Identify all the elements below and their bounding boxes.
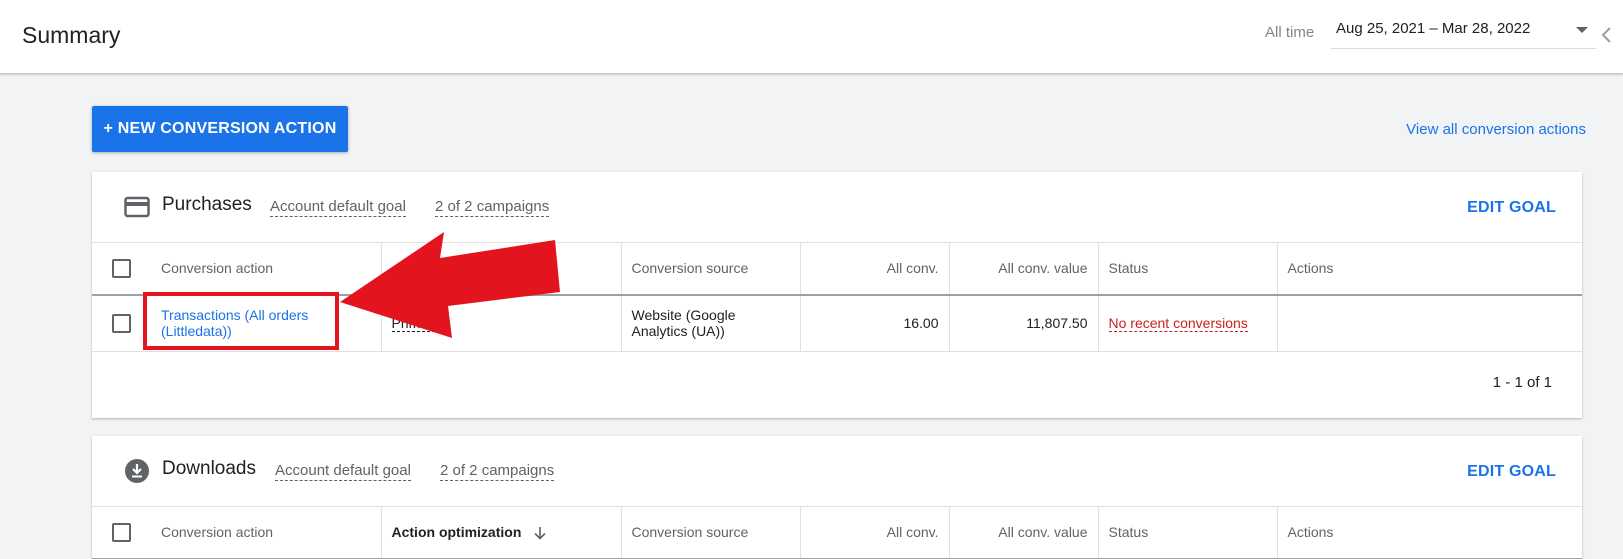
campaigns-chip[interactable]: 2 of 2 campaigns <box>440 462 555 481</box>
date-range-value: Aug 25, 2021 – Mar 28, 2022 <box>1336 20 1531 37</box>
column-all-conv-value[interactable]: All conv. value <box>949 506 1099 559</box>
column-all-conv-value[interactable]: All conv. value <box>949 242 1099 295</box>
column-conversion-action[interactable]: Conversion action <box>151 506 382 559</box>
column-action-optimization[interactable]: Action optimization <box>381 506 622 559</box>
top-bar: Summary All time Aug 25, 2021 – Mar 28, … <box>0 0 1623 74</box>
goal-card-downloads: Downloads Account default goal 2 of 2 ca… <box>92 436 1582 559</box>
date-range-label: All time <box>1265 24 1315 41</box>
edit-goal-button[interactable]: EDIT GOAL <box>1467 463 1556 481</box>
row-actions <box>1277 295 1582 352</box>
campaigns-chip[interactable]: 2 of 2 campaigns <box>435 198 550 217</box>
conversion-actions-table: Conversion action Conversion source All … <box>92 242 1582 352</box>
view-all-conversion-actions-link[interactable]: View all conversion actions <box>1406 121 1586 138</box>
conversion-actions-table: Conversion action Action optimization Co… <box>92 506 1582 559</box>
edit-goal-button[interactable]: EDIT GOAL <box>1467 199 1556 217</box>
column-action-optimization-label: Action optimization <box>391 524 522 541</box>
table-header-row: Conversion action Conversion source All … <box>92 242 1582 295</box>
goal-title: Downloads <box>162 458 256 479</box>
action-optimization-value[interactable]: Primary <box>391 315 440 333</box>
account-default-goal-chip[interactable]: Account default goal <box>275 462 411 481</box>
column-action-optimization[interactable] <box>381 242 622 295</box>
all-conv-value-amount: 11,807.50 <box>949 294 1099 352</box>
goal-card-header: Purchases Account default goal 2 of 2 ca… <box>92 172 1582 242</box>
pagination-text: 1 - 1 of 1 <box>1492 374 1552 391</box>
column-conversion-action[interactable]: Conversion action <box>151 242 382 295</box>
select-all-checkbox[interactable] <box>112 522 131 542</box>
arrow-down-icon[interactable] <box>533 526 547 541</box>
goal-title: Purchases <box>162 194 252 215</box>
column-actions: Actions <box>1287 260 1334 277</box>
column-all-conv[interactable]: All conv. <box>800 242 950 295</box>
date-range-select[interactable]: Aug 25, 2021 – Mar 28, 2022 <box>1331 18 1596 49</box>
column-status[interactable]: Status <box>1098 506 1278 559</box>
caret-down-icon <box>1576 27 1588 33</box>
select-all-checkbox[interactable] <box>112 258 131 278</box>
row-checkbox[interactable] <box>112 313 131 333</box>
column-status[interactable]: Status <box>1098 242 1278 295</box>
goal-card-header: Downloads Account default goal 2 of 2 ca… <box>92 436 1582 506</box>
column-all-conv[interactable]: All conv. <box>800 506 950 559</box>
page-title: Summary <box>22 22 121 48</box>
conversion-action-link[interactable]: Transactions (All orders (Littledata)) <box>161 307 308 339</box>
download-circle-icon <box>125 459 149 483</box>
conversion-source-value: Website (Google Analytics (UA)) <box>621 294 801 352</box>
table-row: Transactions (All orders (Littledata)) P… <box>92 294 1582 352</box>
column-conversion-source[interactable]: Conversion source <box>621 506 801 559</box>
credit-card-icon <box>124 196 150 218</box>
table-header-row: Conversion action Action optimization Co… <box>92 506 1582 559</box>
all-conv-value: 16.00 <box>800 294 950 352</box>
new-conversion-action-button[interactable]: + NEW CONVERSION ACTION <box>92 106 348 152</box>
column-conversion-source[interactable]: Conversion source <box>621 242 801 295</box>
goal-card-purchases: Purchases Account default goal 2 of 2 ca… <box>92 172 1582 418</box>
chevron-left-icon[interactable] <box>1600 26 1614 44</box>
status-badge[interactable]: No recent conversions <box>1108 315 1248 333</box>
date-range-picker: All time Aug 25, 2021 – Mar 28, 2022 <box>1265 20 1596 49</box>
account-default-goal-chip[interactable]: Account default goal <box>270 198 406 217</box>
column-actions: Actions <box>1287 524 1334 541</box>
pagination: 1 - 1 of 1 <box>92 352 1582 416</box>
